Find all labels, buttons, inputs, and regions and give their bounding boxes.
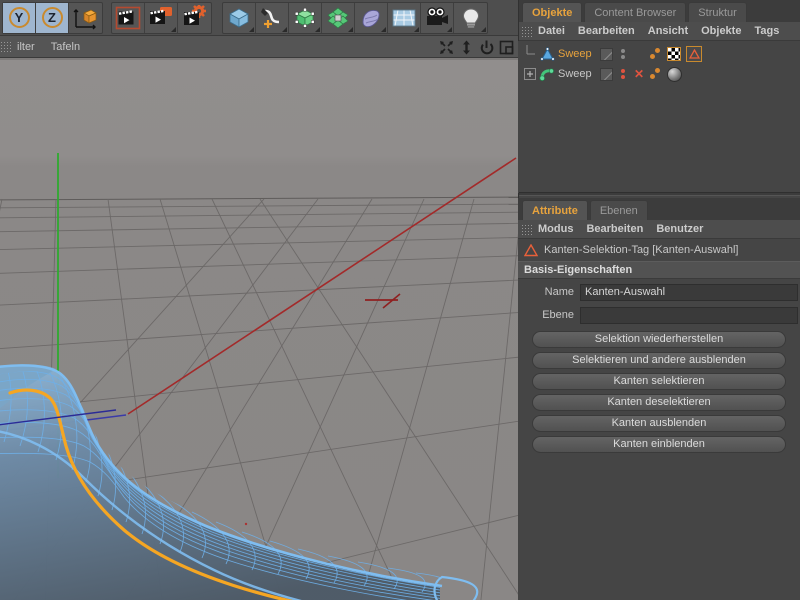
move-view-icon[interactable] <box>439 40 454 55</box>
restore-selection-button[interactable]: Selektion wiederherstellen <box>532 331 786 348</box>
object-name[interactable]: Sweep <box>558 48 592 60</box>
viewport-menu-grip-icon[interactable] <box>0 41 11 52</box>
tab-ebenen[interactable]: Ebenen <box>589 200 648 220</box>
object-manager-menubar: Datei Bearbeiten Ansicht Objekte Tags <box>518 22 800 41</box>
viewport-nav-icons <box>439 36 514 58</box>
om-menu-datei[interactable]: Datei <box>538 25 565 37</box>
viewport-menu-filter[interactable]: ilter <box>17 41 35 53</box>
render-settings-icon[interactable] <box>178 3 211 33</box>
array-modeling-icon[interactable] <box>322 2 355 33</box>
viewport-menu-tafeln[interactable]: Tafeln <box>51 41 80 53</box>
attribute-button-stack: Selektion wiederherstellen Selektieren u… <box>518 325 800 453</box>
deselect-edges-button[interactable]: Kanten deselektieren <box>532 394 786 411</box>
sweep-nurbs-icon[interactable] <box>538 46 556 62</box>
nurbs-generator-icon[interactable] <box>289 2 322 33</box>
material-tag-icon[interactable] <box>667 66 682 82</box>
scale-view-icon[interactable] <box>459 40 474 55</box>
close-icon[interactable]: ✕ <box>634 68 644 80</box>
axis-z-icon[interactable]: Z <box>36 2 69 33</box>
deformer-icon[interactable] <box>355 2 388 33</box>
hide-edges-button[interactable]: Kanten ausblenden <box>532 415 786 432</box>
field-label: Name <box>544 286 574 298</box>
am-menu-benutzer[interactable]: Benutzer <box>656 223 703 235</box>
tree-branch-icon <box>522 45 538 63</box>
cube-primitive-icon[interactable] <box>223 2 256 33</box>
field-row-name: Name <box>518 282 800 302</box>
object-visibility-dots: ✕ <box>600 64 644 84</box>
axis-y-label: Y <box>14 10 24 25</box>
object-visibility-dots <box>600 44 628 64</box>
camera-icon[interactable] <box>421 2 454 33</box>
attribute-manager: Attribute Ebenen Modus Bearbeiten Benutz… <box>518 198 800 600</box>
object-manager-tabstrip: Objekte Content Browser Struktur <box>518 0 800 22</box>
layer-beads-icon[interactable] <box>650 47 662 61</box>
tab-attribute[interactable]: Attribute <box>522 200 588 220</box>
environment-floor-icon[interactable] <box>388 2 421 33</box>
field-label: Ebene <box>542 309 574 321</box>
spline-sweep-icon[interactable] <box>538 67 556 82</box>
attribute-manager-tabstrip: Attribute Ebenen <box>518 198 800 220</box>
visibility-dots-icon[interactable] <box>619 67 628 81</box>
cinema4d-window: Y Z ilter Tafeln Objekte Content Browser… <box>0 0 800 600</box>
render-to-picture-viewer-icon[interactable] <box>145 2 178 33</box>
main-toolbar: Y Z <box>0 0 518 36</box>
edge-selection-tag-icon <box>523 243 539 257</box>
toolbar-group-objects <box>222 1 488 34</box>
object-manager[interactable]: Sweep Sweep ✕ <box>518 41 800 193</box>
object-tags <box>650 64 682 84</box>
axis-y-icon[interactable]: Y <box>3 2 36 33</box>
expand-plus-icon[interactable] <box>522 67 538 81</box>
am-menu-modus[interactable]: Modus <box>538 223 573 235</box>
light-icon[interactable] <box>454 3 487 33</box>
object-manager-grip-icon[interactable] <box>521 25 532 37</box>
axis-z-label: Z <box>48 10 56 25</box>
texture-tag-icon[interactable] <box>667 47 681 61</box>
tab-struktur[interactable]: Struktur <box>688 2 747 22</box>
field-row-ebene: Ebene <box>518 305 800 325</box>
layer-beads-icon[interactable] <box>650 67 662 81</box>
om-menu-ansicht[interactable]: Ansicht <box>648 25 688 37</box>
attribute-manager-menubar: Modus Bearbeiten Benutzer <box>518 220 800 239</box>
perspective-viewport[interactable] <box>0 58 518 600</box>
world-object-axis-icon[interactable] <box>69 3 102 33</box>
visibility-dots-icon[interactable] <box>619 47 628 61</box>
attribute-header: Kanten-Selektion-Tag [Kanten-Auswahl] <box>518 239 800 261</box>
edge-selection-tag-icon[interactable] <box>686 46 702 62</box>
name-field[interactable] <box>580 283 798 301</box>
rotate-view-icon[interactable] <box>479 40 494 55</box>
object-tags <box>650 44 702 64</box>
panel-splitter[interactable] <box>519 192 800 196</box>
spline-pen-icon[interactable] <box>256 2 289 33</box>
select-and-hide-others-button[interactable]: Selektieren und andere ausblenden <box>532 352 786 369</box>
toolbar-group-axis-locks: Y Z <box>2 1 103 34</box>
attribute-manager-grip-icon[interactable] <box>521 223 532 235</box>
toolbar-group-render <box>111 1 212 34</box>
table-row[interactable]: Sweep ✕ <box>518 64 800 84</box>
om-menu-bearbeiten[interactable]: Bearbeiten <box>578 25 635 37</box>
om-menu-objekte[interactable]: Objekte <box>701 25 741 37</box>
enable-toggle-icon[interactable] <box>600 67 613 81</box>
table-row[interactable]: Sweep <box>518 44 800 64</box>
maximize-view-icon[interactable] <box>499 40 514 55</box>
tab-objekte[interactable]: Objekte <box>522 2 583 22</box>
ebene-field[interactable] <box>580 306 798 324</box>
render-view-icon[interactable] <box>112 2 145 33</box>
show-edges-button[interactable]: Kanten einblenden <box>532 436 786 453</box>
tab-content-browser[interactable]: Content Browser <box>584 2 687 22</box>
viewport-area: Y Z ilter Tafeln <box>0 0 518 600</box>
enable-toggle-icon[interactable] <box>600 47 613 61</box>
right-dock: Objekte Content Browser Struktur Datei B… <box>518 0 800 600</box>
attribute-title: Kanten-Selektion-Tag [Kanten-Auswahl] <box>544 244 739 256</box>
section-title: Basis-Eigenschaften <box>518 261 800 279</box>
am-menu-bearbeiten[interactable]: Bearbeiten <box>586 223 643 235</box>
object-name[interactable]: Sweep <box>558 68 592 80</box>
select-edges-button[interactable]: Kanten selektieren <box>532 373 786 390</box>
om-menu-tags[interactable]: Tags <box>754 25 779 37</box>
